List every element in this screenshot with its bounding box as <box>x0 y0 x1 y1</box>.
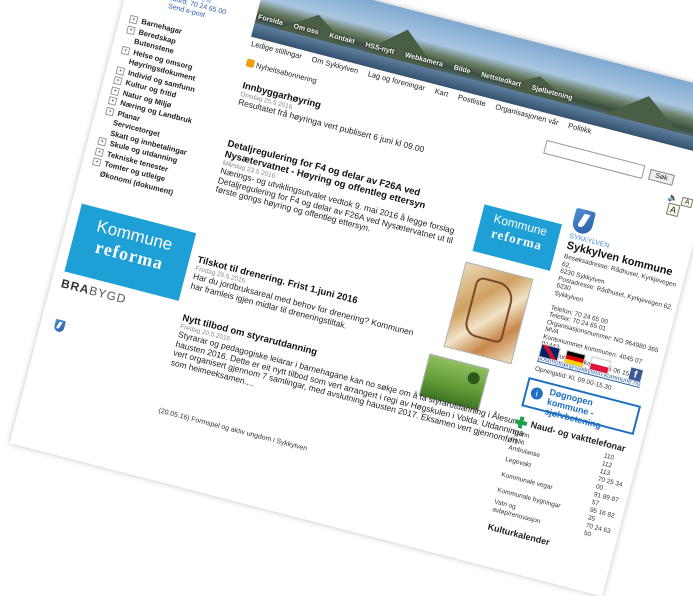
expand-icon[interactable]: + <box>128 14 139 25</box>
medical-cross-icon <box>514 415 529 430</box>
rss-label: Nyheitsabonnering <box>254 60 318 86</box>
text-larger-button[interactable]: A <box>665 202 681 218</box>
accessibility-tools: 🔈 A A <box>664 192 693 222</box>
expand-icon[interactable]: + <box>91 157 102 167</box>
expand-icon[interactable]: + <box>107 96 118 106</box>
kommunereform-banner-right[interactable]: Kommune reforma <box>472 204 562 271</box>
regulation-map-image[interactable] <box>443 261 534 365</box>
expand-icon[interactable]: + <box>126 24 136 35</box>
text-smaller-button[interactable]: A <box>680 196 693 209</box>
search-button[interactable]: Søk <box>648 168 675 186</box>
expand-icon[interactable]: + <box>97 136 107 147</box>
older-news-link[interactable]: (20.05.16) Formspel og aktiv ungdom i Sy… <box>158 407 308 452</box>
expand-icon[interactable]: + <box>115 65 126 76</box>
expand-icon[interactable]: + <box>120 45 131 56</box>
page-screenshot: SYKKYLVEN Sentralbord: 70 24 65 00 Send … <box>9 0 693 596</box>
coat-of-arms-icon <box>53 318 66 333</box>
coat-of-arms-icon <box>570 207 597 236</box>
small-logo <box>53 318 66 333</box>
expand-icon[interactable]: + <box>94 146 105 157</box>
expand-icon[interactable]: + <box>112 75 123 86</box>
brabygd-bra: BRA <box>59 276 92 297</box>
expand-icon[interactable]: + <box>105 106 115 117</box>
secnav-item[interactable]: Kart <box>434 87 450 99</box>
search-form: Søk <box>543 139 675 187</box>
brabygd-bygd: BYGD <box>87 283 129 307</box>
expand-icon[interactable]: + <box>110 85 121 96</box>
search-input[interactable] <box>543 139 646 179</box>
rss-icon <box>245 58 256 69</box>
